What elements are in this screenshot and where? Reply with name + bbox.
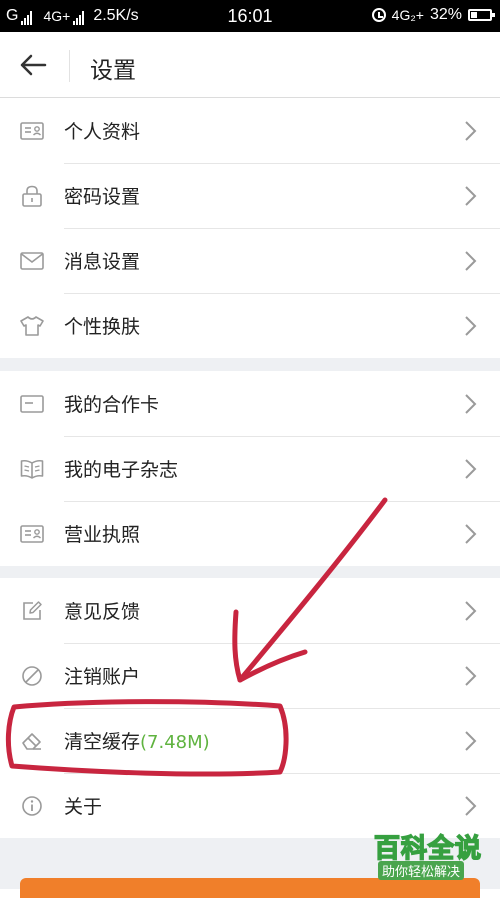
section-divider	[0, 358, 500, 371]
book-icon	[20, 458, 44, 480]
back-button[interactable]	[12, 44, 54, 86]
settings-item-business-license[interactable]: 营业执照	[0, 501, 500, 566]
settings-item-password[interactable]: 密码设置	[0, 163, 500, 228]
alarm-icon	[371, 8, 386, 22]
settings-item-label: 注销账户	[64, 666, 141, 688]
lock-icon	[20, 185, 44, 207]
settings-item-label: 关于	[64, 796, 103, 818]
ban-icon	[20, 665, 44, 687]
chevron-right-icon	[465, 666, 477, 686]
chevron-right-icon	[465, 251, 477, 271]
settings-item-label: 消息设置	[64, 251, 141, 273]
eraser-icon	[20, 730, 44, 752]
clear-cache-label: 清空缓存	[64, 731, 141, 753]
chevron-right-icon	[465, 316, 477, 336]
settings-item-e-magazine[interactable]: 我的电子杂志	[0, 436, 500, 501]
page-title: 设置	[90, 58, 136, 84]
settings-item-deactivate-account[interactable]: 注销账户	[0, 643, 500, 708]
chevron-right-icon	[465, 459, 477, 479]
watermark-subtitle: 助你轻松解决	[378, 861, 465, 880]
settings-item-label: 密码设置	[64, 186, 141, 208]
chevron-right-icon	[465, 121, 477, 141]
header-divider	[69, 50, 70, 82]
settings-item-label: 意见反馈	[64, 601, 141, 623]
settings-section-account: 个人资料 密码设置 消息设置 个性换肤	[0, 98, 500, 358]
cache-size: (7.48M)	[140, 732, 210, 753]
chevron-right-icon	[465, 601, 477, 621]
settings-item-label: 我的电子杂志	[64, 459, 179, 481]
license-icon	[20, 523, 44, 545]
id-card-icon	[20, 120, 44, 142]
arrow-left-icon	[20, 54, 47, 76]
chevron-right-icon	[465, 796, 477, 816]
app-header: 设置	[0, 32, 500, 98]
settings-section-misc: 意见反馈 注销账户 清空缓存(7.48M) 关于	[0, 578, 500, 838]
settings-item-label: 营业执照	[64, 524, 141, 546]
chevron-right-icon	[465, 524, 477, 544]
tshirt-icon	[20, 315, 44, 337]
info-icon	[20, 795, 44, 817]
settings-item-messages[interactable]: 消息设置	[0, 228, 500, 293]
watermark-logo: 百科全说 助你轻松解决	[368, 828, 490, 884]
battery-percent: 32%	[429, 6, 462, 23]
chevron-right-icon	[465, 394, 477, 414]
network-type-right: 4G₂+	[391, 7, 424, 23]
edit-icon	[20, 600, 44, 622]
chevron-right-icon	[465, 731, 477, 751]
battery-icon	[468, 9, 495, 21]
card-icon	[20, 393, 44, 415]
settings-item-label: 个性换肤	[64, 316, 141, 338]
section-divider	[0, 566, 500, 578]
settings-item-theme[interactable]: 个性换肤	[0, 293, 500, 358]
settings-item-coop-card[interactable]: 我的合作卡	[0, 371, 500, 436]
watermark-title: 百科全说	[373, 833, 483, 865]
settings-item-label: 个人资料	[64, 121, 141, 143]
settings-item-feedback[interactable]: 意见反馈	[0, 578, 500, 643]
status-bar: G 4G+ 2.5K/s 16:01 4G₂+ 32%	[0, 0, 500, 32]
envelope-icon	[20, 250, 44, 272]
settings-item-profile[interactable]: 个人资料	[0, 98, 500, 163]
chevron-right-icon	[465, 186, 477, 206]
settings-item-label: 清空缓存(7.48M)	[64, 727, 210, 754]
settings-item-clear-cache[interactable]: 清空缓存(7.48M)	[0, 708, 500, 773]
settings-section-business: 我的合作卡 我的电子杂志 营业执照	[0, 371, 500, 566]
settings-item-label: 我的合作卡	[64, 394, 160, 416]
